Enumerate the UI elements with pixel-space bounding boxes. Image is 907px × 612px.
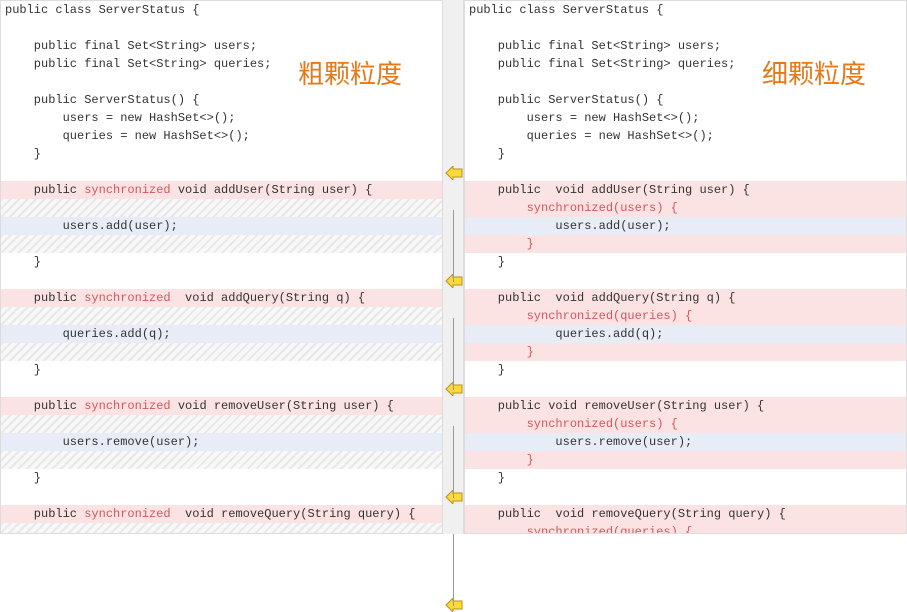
right-line: public final Set<String> users; [465, 37, 906, 55]
left-line [1, 523, 442, 534]
left-line: } [1, 145, 442, 163]
merge-arrow-left-icon[interactable] [445, 490, 463, 504]
right-line: synchronized(queries) { [465, 523, 906, 534]
left-title-label: 粗颗粒度 [298, 55, 402, 94]
left-line: public synchronized void addQuery(String… [1, 289, 442, 307]
right-line: } [465, 235, 906, 253]
left-line [1, 415, 442, 433]
gutter-connector [453, 318, 454, 390]
left-line [1, 199, 442, 217]
right-title-label: 细颗粒度 [762, 55, 866, 94]
left-line: users.remove(user); [1, 433, 442, 451]
right-line: queries.add(q); [465, 325, 906, 343]
right-line: users.add(user); [465, 217, 906, 235]
merge-arrow-left-icon[interactable] [445, 598, 463, 612]
right-line [465, 19, 906, 37]
right-line: users = new HashSet<>(); [465, 109, 906, 127]
left-line [1, 163, 442, 181]
left-line [1, 307, 442, 325]
left-line [1, 451, 442, 469]
right-line: synchronized(users) { [465, 415, 906, 433]
left-diff-pane[interactable]: 粗颗粒度 public class ServerStatus { public … [0, 0, 442, 534]
merge-arrow-left-icon[interactable] [445, 274, 463, 288]
left-line: users.add(user); [1, 217, 442, 235]
left-line: public final Set<String> users; [1, 37, 442, 55]
right-diff-pane[interactable]: 细颗粒度 public class ServerStatus { public … [464, 0, 907, 534]
diff-gutter[interactable] [442, 0, 464, 534]
right-line: } [465, 469, 906, 487]
right-line: public void removeUser(String user) { [465, 397, 906, 415]
right-line: public void addQuery(String q) { [465, 289, 906, 307]
merge-arrow-left-icon[interactable] [445, 166, 463, 180]
left-line: } [1, 469, 442, 487]
left-line: public synchronized void removeUser(Stri… [1, 397, 442, 415]
right-line: users.remove(user); [465, 433, 906, 451]
left-line: public synchronized void removeQuery(Str… [1, 505, 442, 523]
right-line: } [465, 451, 906, 469]
left-line: users = new HashSet<>(); [1, 109, 442, 127]
right-line: } [465, 253, 906, 271]
gutter-connector [453, 210, 454, 282]
right-line: synchronized(users) { [465, 199, 906, 217]
gutter-connector [453, 426, 454, 498]
left-line [1, 235, 442, 253]
gutter-connector [453, 534, 454, 606]
right-line: public void addUser(String user) { [465, 181, 906, 199]
merge-arrow-left-icon[interactable] [445, 382, 463, 396]
left-line [1, 343, 442, 361]
left-line [1, 271, 442, 289]
right-line: } [465, 361, 906, 379]
left-line: queries = new HashSet<>(); [1, 127, 442, 145]
right-line [465, 487, 906, 505]
right-line: synchronized(queries) { [465, 307, 906, 325]
right-line: public class ServerStatus { [465, 1, 906, 19]
right-line: } [465, 145, 906, 163]
left-line [1, 487, 442, 505]
right-line [465, 163, 906, 181]
left-line [1, 379, 442, 397]
right-line: queries = new HashSet<>(); [465, 127, 906, 145]
right-line [465, 271, 906, 289]
right-line [465, 379, 906, 397]
left-line: public class ServerStatus { [1, 1, 442, 19]
right-line: } [465, 343, 906, 361]
left-line [1, 19, 442, 37]
left-line: queries.add(q); [1, 325, 442, 343]
left-line: public synchronized void addUser(String … [1, 181, 442, 199]
right-line: public void removeQuery(String query) { [465, 505, 906, 523]
left-line: } [1, 253, 442, 271]
left-line: } [1, 361, 442, 379]
